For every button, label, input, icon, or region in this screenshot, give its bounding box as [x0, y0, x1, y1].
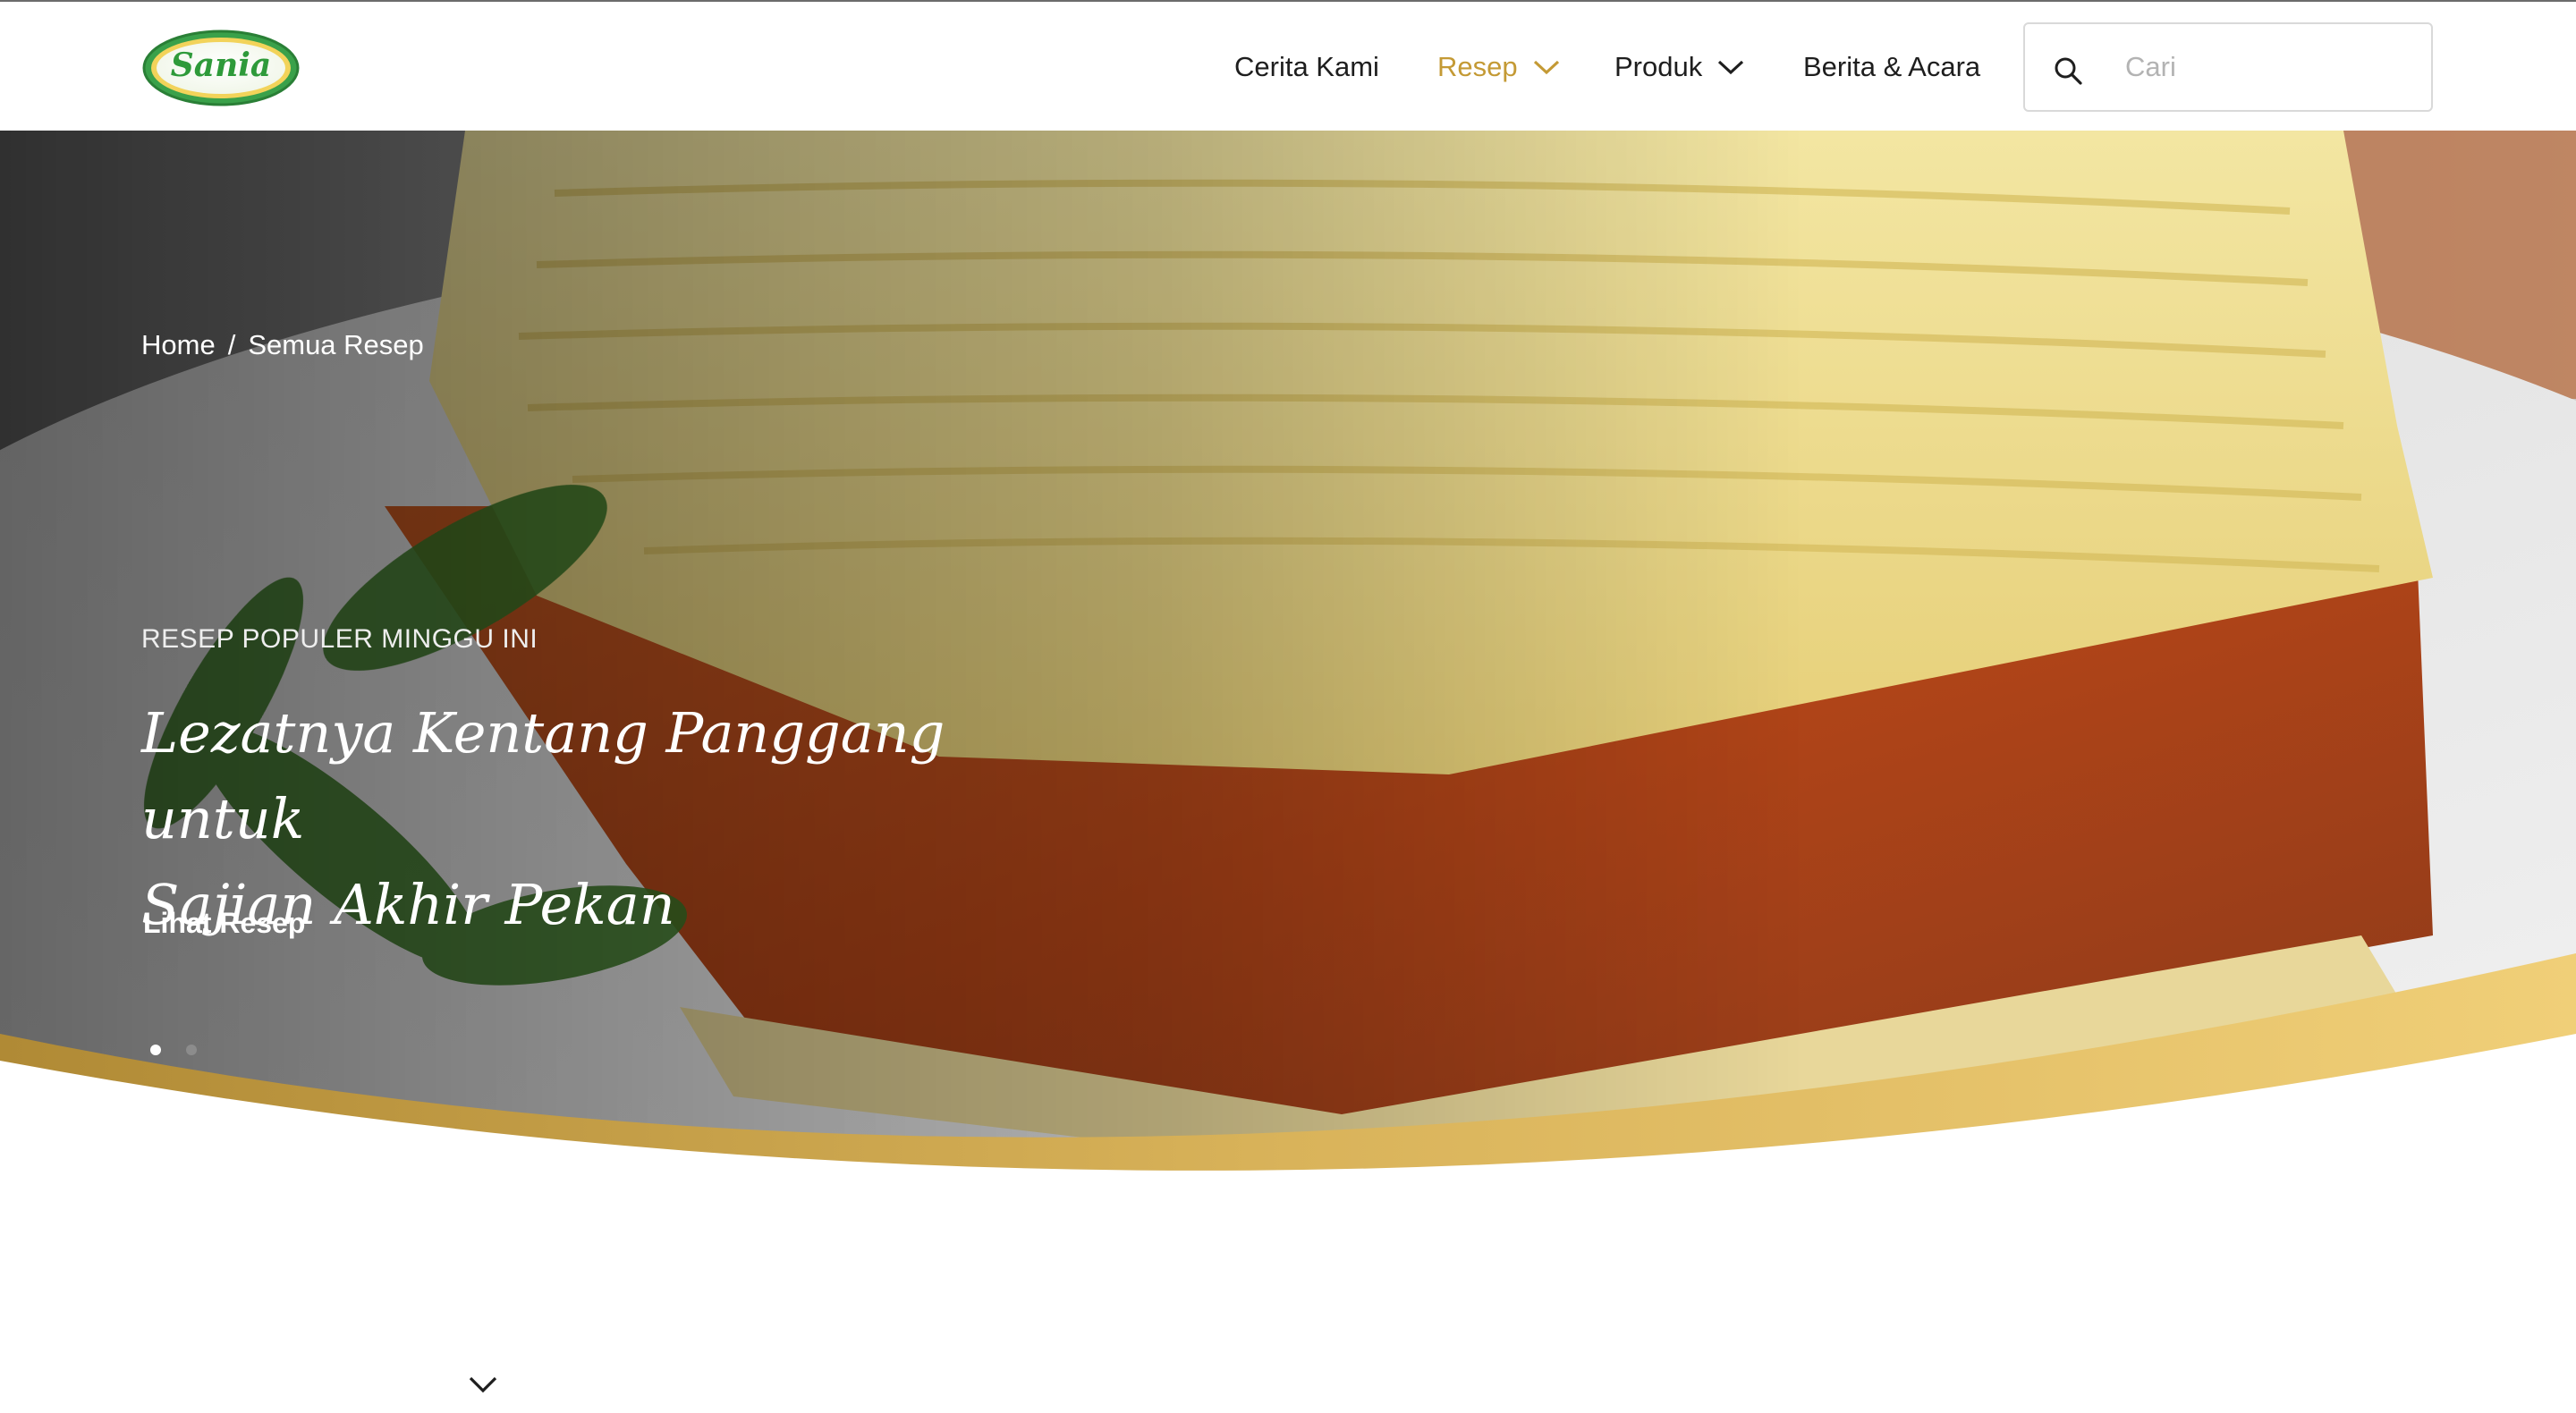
site-header: Sania Cerita Kami Resep Produk Berita & …: [0, 0, 2576, 131]
breadcrumb-home-link[interactable]: Home: [141, 329, 216, 361]
hero-title-line: Lezatnya Kentang Panggang untuk: [141, 700, 945, 851]
nav-label: Cerita Kami: [1234, 51, 1379, 82]
nav-label: Produk: [1614, 51, 1703, 82]
hero-food-image: [0, 131, 2576, 1204]
hero-eyebrow: RESEP POPULER MINGGU INI: [141, 624, 538, 654]
chevron-down-icon: [1716, 58, 1745, 76]
logo-graphic: Sania: [142, 30, 300, 106]
nav-item-produk[interactable]: Produk: [1614, 2, 1745, 132]
view-recipe-link[interactable]: Lihat Resep: [143, 907, 305, 940]
svg-text:Sania: Sania: [171, 47, 272, 84]
carousel-dot[interactable]: [150, 1045, 161, 1055]
sania-logo[interactable]: Sania: [141, 29, 301, 107]
nav-label: Berita & Acara: [1803, 51, 1981, 82]
chevron-down-icon[interactable]: [467, 1374, 499, 1395]
search-input[interactable]: [2123, 40, 2410, 94]
search-box[interactable]: [2023, 22, 2433, 112]
hero-banner: Home / Semua Resep RESEP POPULER MINGGU …: [0, 131, 2576, 1204]
carousel-dots: [150, 1045, 222, 1055]
nav-item-cerita-kami[interactable]: Cerita Kami: [1234, 2, 1379, 132]
chevron-down-icon: [1532, 58, 1561, 76]
breadcrumb-current: Semua Resep: [248, 329, 424, 360]
nav-item-berita-acara[interactable]: Berita & Acara: [1803, 2, 1980, 132]
breadcrumb-separator: /: [227, 329, 236, 360]
nav-item-resep[interactable]: Resep: [1437, 2, 1561, 132]
carousel-dot[interactable]: [186, 1045, 197, 1055]
nav-label: Resep: [1437, 51, 1518, 82]
breadcrumb: Home / Semua Resep: [141, 329, 424, 361]
search-icon[interactable]: [2052, 55, 2084, 87]
